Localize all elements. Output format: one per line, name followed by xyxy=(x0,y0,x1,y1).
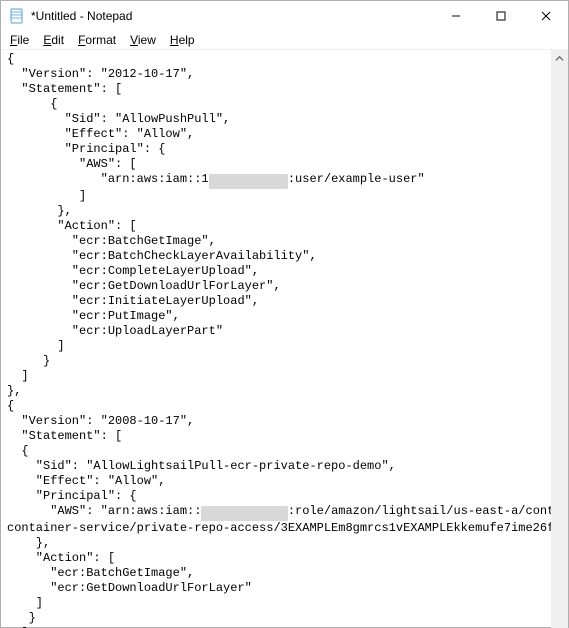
notepad-app-icon xyxy=(9,8,25,24)
menu-edit[interactable]: Edit xyxy=(36,31,71,49)
menu-help[interactable]: Help xyxy=(163,31,202,49)
menu-view[interactable]: View xyxy=(123,31,163,49)
editor-area: { "Version": "2012-10-17", "Statement": … xyxy=(1,49,568,628)
menu-bar: File Edit Format View Help xyxy=(1,31,568,49)
text-editor[interactable]: { "Version": "2012-10-17", "Statement": … xyxy=(1,50,551,628)
redacted-account-id-1: xxxxxxxxxxx xyxy=(209,174,288,189)
scroll-up-arrow[interactable] xyxy=(551,50,568,67)
minimize-button[interactable] xyxy=(433,1,478,31)
redacted-account-id-2: xxxxxxxxxxxx xyxy=(201,506,287,521)
menu-format[interactable]: Format xyxy=(71,31,123,49)
maximize-button[interactable] xyxy=(478,1,523,31)
vertical-scrollbar[interactable] xyxy=(551,50,568,628)
title-bar: *Untitled - Notepad xyxy=(1,1,568,31)
window-controls xyxy=(433,1,568,31)
close-button[interactable] xyxy=(523,1,568,31)
window-title: *Untitled - Notepad xyxy=(31,9,132,23)
notepad-window: *Untitled - Notepad File Edit Format Vie… xyxy=(0,0,569,628)
title-bar-left: *Untitled - Notepad xyxy=(9,8,132,24)
menu-file[interactable]: File xyxy=(3,31,36,49)
